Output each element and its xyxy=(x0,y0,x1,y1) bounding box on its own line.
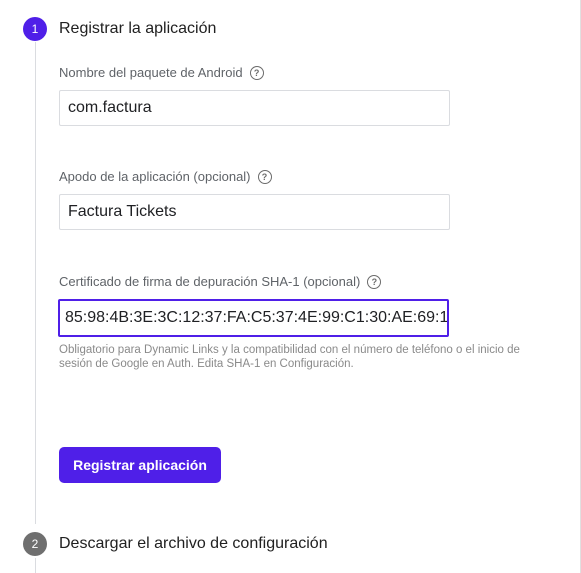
help-icon[interactable]: ? xyxy=(249,66,264,80)
step-2-badge: 2 xyxy=(23,532,47,556)
help-icon[interactable]: ? xyxy=(257,170,272,184)
app-nickname-input[interactable] xyxy=(59,194,450,230)
add-android-app-stepper: 1 Registrar la aplicación Nombre del paq… xyxy=(0,0,581,573)
step-rail-line xyxy=(35,42,36,524)
step-rail-line-lower xyxy=(35,558,36,573)
package-name-label: Nombre del paquete de Android ? xyxy=(59,64,264,82)
sha1-input[interactable] xyxy=(58,299,449,337)
package-name-label-text: Nombre del paquete de Android xyxy=(59,65,243,80)
sha1-label-text: Certificado de firma de depuración SHA-1… xyxy=(59,274,361,289)
app-nickname-label: Apodo de la aplicación (opcional) ? xyxy=(59,168,272,186)
app-nickname-label-text: Apodo de la aplicación (opcional) xyxy=(59,169,251,184)
register-app-button[interactable]: Registrar aplicación xyxy=(59,447,221,483)
step-2-title[interactable]: Descargar el archivo de configuración xyxy=(59,533,328,555)
step-1-title: Registrar la aplicación xyxy=(59,20,217,37)
package-name-input[interactable] xyxy=(59,90,450,126)
step-1-badge: 1 xyxy=(23,17,47,41)
help-icon[interactable]: ? xyxy=(367,275,382,289)
sha1-label: Certificado de firma de depuración SHA-1… xyxy=(59,273,382,291)
sha1-hint-text: Obligatorio para Dynamic Links y la comp… xyxy=(59,344,520,370)
